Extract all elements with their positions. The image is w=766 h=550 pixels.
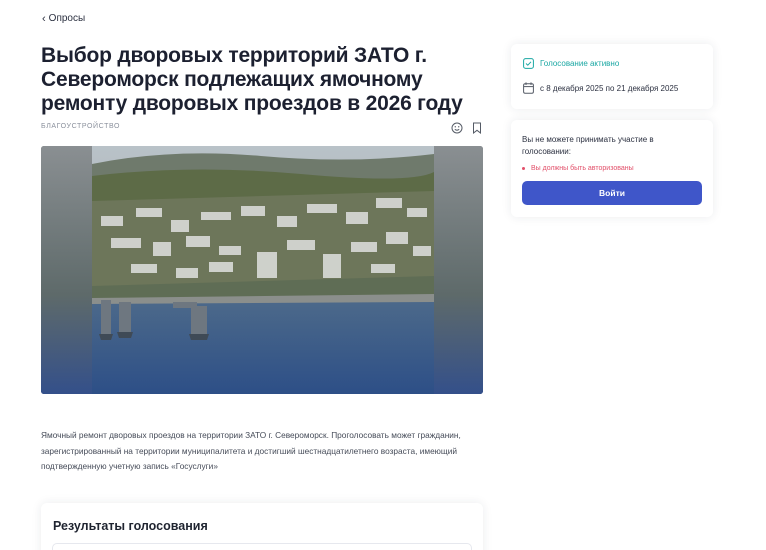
back-link-label: Опросы bbox=[48, 13, 86, 24]
status-row: Голосование активно bbox=[523, 58, 619, 69]
back-link[interactable]: ‹ Опросы bbox=[42, 13, 85, 24]
auth-message: Вы не можете принимать участие в голосов… bbox=[522, 135, 654, 156]
status-card: Голосование активно с 8 декабря 2025 по … bbox=[511, 44, 713, 109]
reaction-button[interactable] bbox=[450, 121, 463, 134]
chevron-left-icon: ‹ bbox=[42, 12, 46, 25]
category-label: БЛАГОУСТРОЙСТВО bbox=[41, 123, 121, 130]
auth-card: Вы не можете принимать участие в голосов… bbox=[511, 120, 713, 217]
calendar-icon bbox=[523, 82, 534, 94]
smile-icon bbox=[451, 122, 462, 133]
checkbox-icon bbox=[523, 58, 534, 69]
poll-dates: с 8 декабря 2025 по 21 декабря 2025 bbox=[540, 83, 679, 93]
bookmark-icon bbox=[472, 122, 481, 134]
status-label: Голосование активно bbox=[540, 59, 620, 68]
login-button[interactable]: Войти bbox=[522, 181, 702, 205]
auth-error-text: Вы должны быть авторизованы bbox=[531, 165, 634, 172]
poll-actions bbox=[450, 121, 483, 134]
results-card: Результаты голосования bbox=[41, 503, 483, 550]
page-title: Выбор дворовых территорий ЗАТО г. Северо… bbox=[41, 44, 463, 115]
auth-error: Вы должны быть авторизованы bbox=[522, 165, 634, 172]
bookmark-button[interactable] bbox=[470, 121, 483, 134]
results-panel bbox=[52, 543, 472, 550]
results-title: Результаты голосования bbox=[53, 519, 208, 533]
poll-description: Ямочный ремонт дворовых проездов на терр… bbox=[41, 430, 461, 471]
dates-row: с 8 декабря 2025 по 21 декабря 2025 bbox=[523, 82, 678, 94]
poll-image bbox=[41, 146, 483, 394]
error-dot-icon bbox=[522, 167, 525, 170]
